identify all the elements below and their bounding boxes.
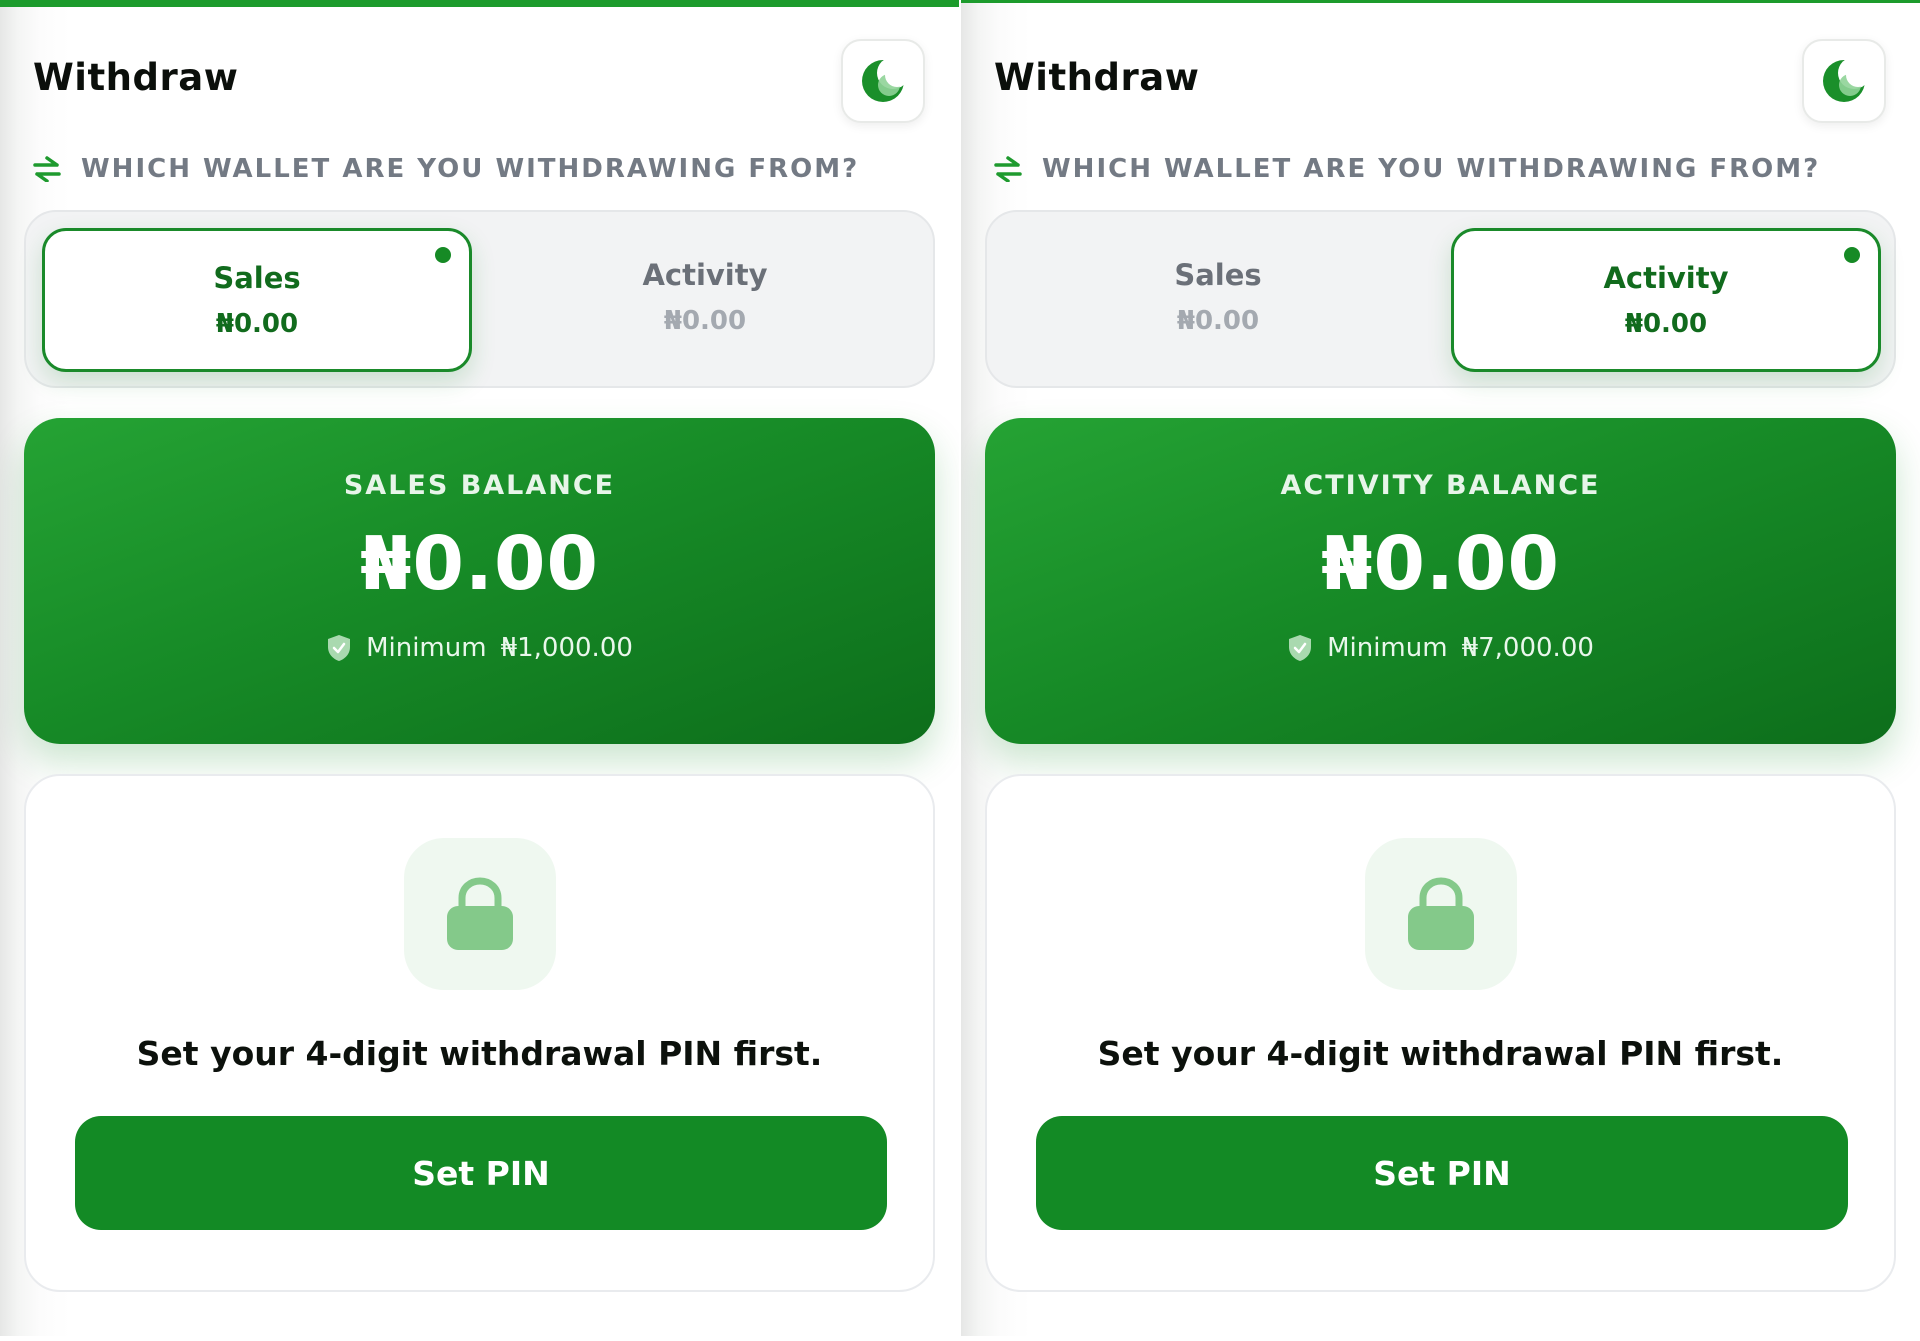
balance-card: SALES BALANCE ₦0.00 Minimum ₦1,000.00 (24, 418, 935, 744)
wallet-section-label: WHICH WALLET ARE YOU WITHDRAWING FROM? (33, 154, 859, 184)
lock-icon (447, 877, 513, 950)
minimum-value: ₦7,000.00 (1461, 633, 1594, 663)
lock-icon (1408, 877, 1474, 950)
moon-icon (862, 58, 906, 102)
swap-arrows-icon (33, 156, 61, 182)
pin-setup-card: Set your 4-digit withdrawal PIN first. S… (24, 774, 935, 1292)
minimum-row: Minimum ₦7,000.00 (985, 633, 1896, 663)
balance-amount: ₦0.00 (1320, 521, 1561, 607)
page-title: Withdraw (33, 56, 239, 99)
pin-setup-card: Set your 4-digit withdrawal PIN first. S… (985, 774, 1896, 1292)
balance-amount: ₦0.00 (359, 521, 600, 607)
wallet-option-amount: ₦0.00 (215, 309, 299, 339)
screenshot-stage: Withdraw WHICH WALLET ARE YOU WITHDRAWIN… (0, 0, 1920, 1341)
wallet-option-name: Sales (213, 261, 301, 295)
selected-indicator-dot (1844, 247, 1860, 263)
minimum-label: Minimum (1327, 633, 1448, 663)
withdraw-screen-activity: Withdraw WHICH WALLET ARE YOU WITHDRAWIN… (961, 0, 1920, 1336)
wallet-option-activity[interactable]: Activity ₦0.00 (1451, 228, 1881, 372)
wallet-option-name: Sales (1174, 258, 1262, 292)
wallet-option-sales[interactable]: Sales ₦0.00 (1003, 228, 1433, 372)
wallet-option-name: Activity (1603, 261, 1729, 295)
set-pin-button[interactable]: Set PIN (1036, 1116, 1848, 1230)
wallet-question-text: WHICH WALLET ARE YOU WITHDRAWING FROM? (81, 154, 860, 184)
theme-toggle-button[interactable] (841, 39, 925, 123)
pin-message: Set your 4-digit withdrawal PIN first. (136, 1034, 823, 1073)
wallet-selector: Sales ₦0.00 Activity ₦0.00 (985, 210, 1896, 388)
theme-toggle-button[interactable] (1802, 39, 1886, 123)
wallet-option-sales[interactable]: Sales ₦0.00 (42, 228, 472, 372)
pin-message: Set your 4-digit withdrawal PIN first. (1097, 1034, 1784, 1073)
wallet-option-amount: ₦0.00 (1176, 306, 1260, 336)
wallet-option-activity[interactable]: Activity ₦0.00 (490, 228, 920, 372)
selected-indicator-dot (435, 247, 451, 263)
minimum-row: Minimum ₦1,000.00 (24, 633, 935, 663)
balance-label: ACTIVITY BALANCE (1280, 470, 1601, 501)
progress-bar (961, 0, 1920, 3)
minimum-label: Minimum (366, 633, 487, 663)
shield-check-icon (1289, 635, 1312, 661)
wallet-option-amount: ₦0.00 (1624, 309, 1708, 339)
swap-arrows-icon (994, 156, 1022, 182)
balance-label: SALES BALANCE (343, 470, 616, 501)
wallet-option-name: Activity (642, 258, 768, 292)
wallet-selector: Sales ₦0.00 Activity ₦0.00 (24, 210, 935, 388)
wallet-option-amount: ₦0.00 (663, 306, 747, 336)
lock-icon-container (1365, 838, 1517, 990)
page-title: Withdraw (994, 56, 1200, 99)
wallet-question-text: WHICH WALLET ARE YOU WITHDRAWING FROM? (1042, 154, 1821, 184)
wallet-section-label: WHICH WALLET ARE YOU WITHDRAWING FROM? (994, 154, 1820, 184)
withdraw-screen-sales: Withdraw WHICH WALLET ARE YOU WITHDRAWIN… (0, 0, 959, 1336)
balance-card: ACTIVITY BALANCE ₦0.00 Minimum ₦7,000.00 (985, 418, 1896, 744)
lock-icon-container (404, 838, 556, 990)
set-pin-button[interactable]: Set PIN (75, 1116, 887, 1230)
progress-bar (0, 0, 959, 7)
moon-icon (1823, 58, 1867, 102)
shield-check-icon (328, 635, 351, 661)
minimum-value: ₦1,000.00 (500, 633, 633, 663)
